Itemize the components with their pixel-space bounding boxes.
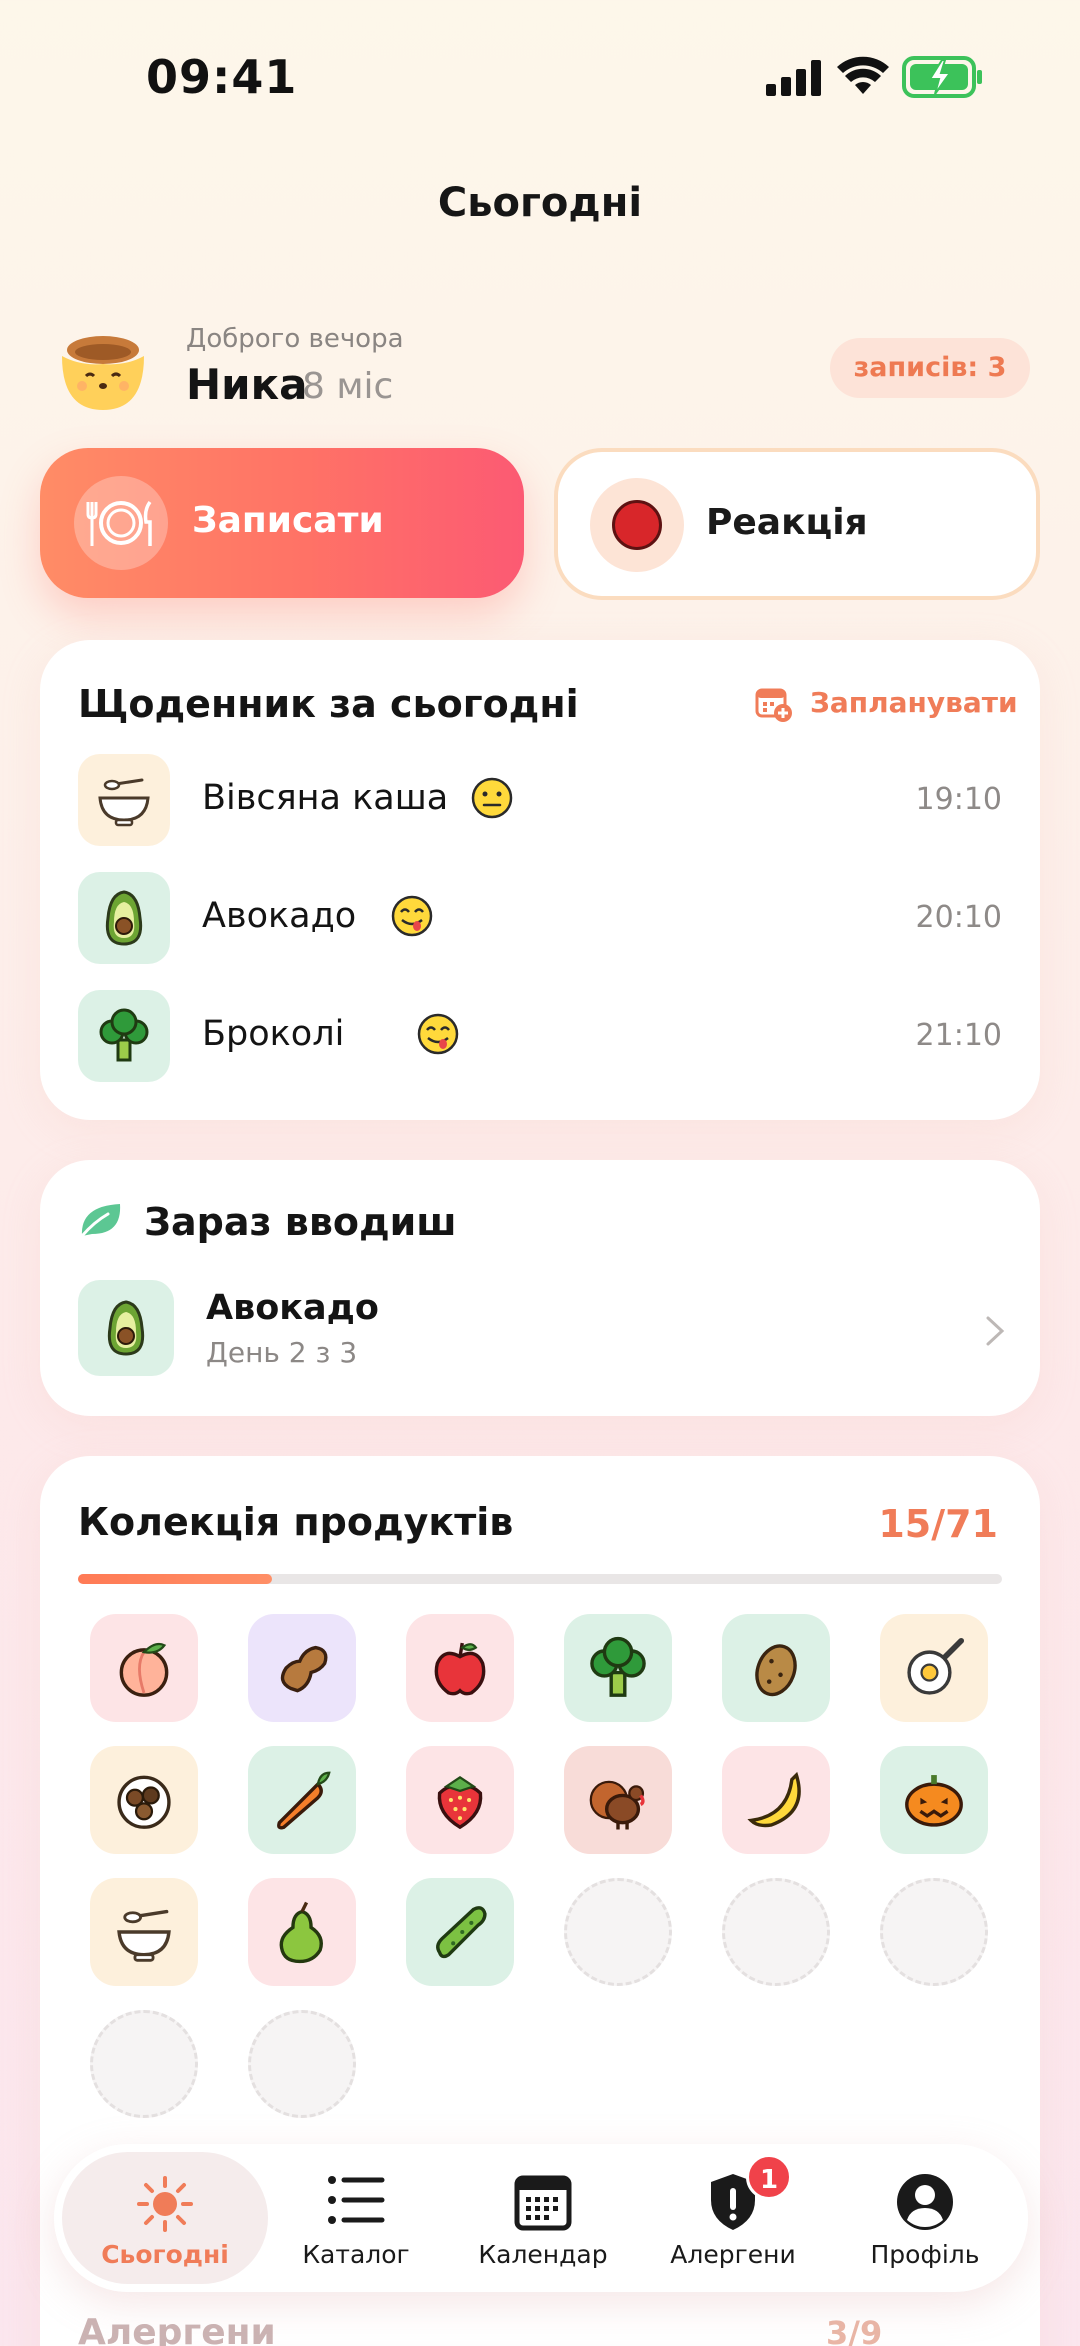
status-time: 09:41: [146, 50, 298, 104]
tab-allergens[interactable]: 1 Алергени: [648, 2144, 818, 2292]
records-count-badge: записів: 3: [830, 338, 1030, 398]
strawberry-icon[interactable]: [406, 1746, 514, 1854]
collection-progress-fill: [78, 1574, 273, 1584]
greeting-text: Доброго вечора: [186, 324, 404, 354]
empty-slot: [880, 1878, 988, 1986]
record-button[interactable]: Записати: [40, 448, 524, 598]
introducing-card[interactable]: Зараз вводиш Авокадо День 2 з 3: [40, 1160, 1040, 1416]
food-time: 19:10: [915, 782, 1002, 817]
porridge-bowl-icon[interactable]: [90, 1878, 198, 1986]
tab-bar: Сьогодні Каталог Календар 1 Алергени Про…: [54, 2144, 1028, 2292]
broccoli-icon[interactable]: [564, 1614, 672, 1722]
egg-pan-icon[interactable]: [880, 1614, 988, 1722]
empty-slot: [90, 2010, 198, 2118]
tab-label: Сьогодні: [101, 2240, 229, 2269]
yum-face-icon: [391, 895, 433, 937]
allergens-section-count: 3/9: [826, 2314, 883, 2346]
tab-calendar[interactable]: Календар: [458, 2144, 628, 2292]
list-icon: [328, 2176, 385, 2224]
leaf-icon: [80, 1204, 121, 1238]
tab-catalog[interactable]: Каталог: [278, 2144, 434, 2292]
allergens-badge: 1: [746, 2154, 792, 2200]
banana-icon[interactable]: [722, 1746, 830, 1854]
baby-age: 8 міс: [302, 366, 394, 407]
food-time: 20:10: [915, 900, 1002, 935]
potato-icon[interactable]: [722, 1614, 830, 1722]
food-name: Броколі: [202, 1014, 345, 1054]
plan-label: Запланувати: [810, 686, 1018, 719]
avocado-icon: [78, 872, 170, 964]
empty-slot: [722, 1878, 830, 1986]
introducing-title: Зараз вводиш: [144, 1200, 457, 1244]
introducing-food-name: Авокадо: [206, 1288, 379, 1328]
food-name: Авокадо: [202, 896, 357, 936]
baby-name: Ника: [186, 360, 308, 409]
battery-charging-icon: [902, 56, 982, 98]
tab-label: Профіль: [870, 2240, 980, 2269]
collection-count: 15/71: [878, 1502, 998, 1546]
allergens-section-title: Алергени: [78, 2312, 276, 2346]
peach-icon[interactable]: [90, 1614, 198, 1722]
reaction-button-label: Реакція: [706, 502, 868, 543]
reaction-dot-icon: [590, 478, 684, 572]
chevron-right-icon: [986, 1316, 1005, 1346]
user-icon: [897, 2174, 953, 2230]
pumpkin-icon[interactable]: [880, 1746, 988, 1854]
diary-row[interactable]: Вівсяна каша 19:10: [78, 754, 1002, 848]
food-name: Вівсяна каша: [202, 778, 449, 818]
food-time: 21:10: [915, 1018, 1002, 1053]
tab-label: Календар: [478, 2240, 608, 2269]
avocado-icon: [78, 1280, 174, 1376]
baby-avatar-icon[interactable]: [56, 330, 150, 412]
record-button-label: Записати: [192, 500, 384, 541]
cutlery-plate-icon: [74, 476, 168, 570]
wifi-icon: [837, 56, 889, 94]
pear-icon[interactable]: [248, 1878, 356, 1986]
cellular-signal-icon: [766, 60, 821, 96]
calendar-icon: [514, 2175, 572, 2231]
empty-slot: [564, 1878, 672, 1986]
yum-face-icon: [417, 1013, 459, 1055]
tab-profile[interactable]: Профіль: [840, 2144, 1010, 2292]
diary-card: Щоденник за сьогодні Запланувати Вівсяна…: [40, 640, 1040, 1120]
beans-plate-icon[interactable]: [90, 1746, 198, 1854]
tab-today[interactable]: Сьогодні: [62, 2144, 268, 2292]
cucumber-icon[interactable]: [406, 1878, 514, 1986]
broccoli-icon: [78, 990, 170, 1082]
peanut-icon[interactable]: [248, 1614, 356, 1722]
sun-icon: [137, 2176, 193, 2232]
neutral-face-icon: [471, 777, 513, 819]
tab-label: Каталог: [302, 2240, 410, 2269]
status-bar: 09:41: [0, 0, 1080, 150]
diary-row[interactable]: Авокадо 20:10: [78, 872, 1002, 966]
diary-title: Щоденник за сьогодні: [78, 682, 579, 726]
collection-progress-bar: [78, 1574, 1002, 1584]
apple-icon[interactable]: [406, 1614, 514, 1722]
empty-slot: [248, 2010, 356, 2118]
collection-title: Колекція продуктів: [78, 1500, 514, 1544]
diary-row[interactable]: Броколі 21:10: [78, 990, 1002, 1084]
page-title: Сьогодні: [437, 180, 643, 226]
turkey-icon[interactable]: [564, 1746, 672, 1854]
tab-label: Алергени: [670, 2240, 796, 2269]
porridge-bowl-icon: [78, 754, 170, 846]
introducing-progress: День 2 з 3: [206, 1336, 358, 1369]
reaction-button[interactable]: Реакція: [554, 448, 1040, 600]
calendar-add-icon: [755, 688, 792, 722]
carrot-icon[interactable]: [248, 1746, 356, 1854]
